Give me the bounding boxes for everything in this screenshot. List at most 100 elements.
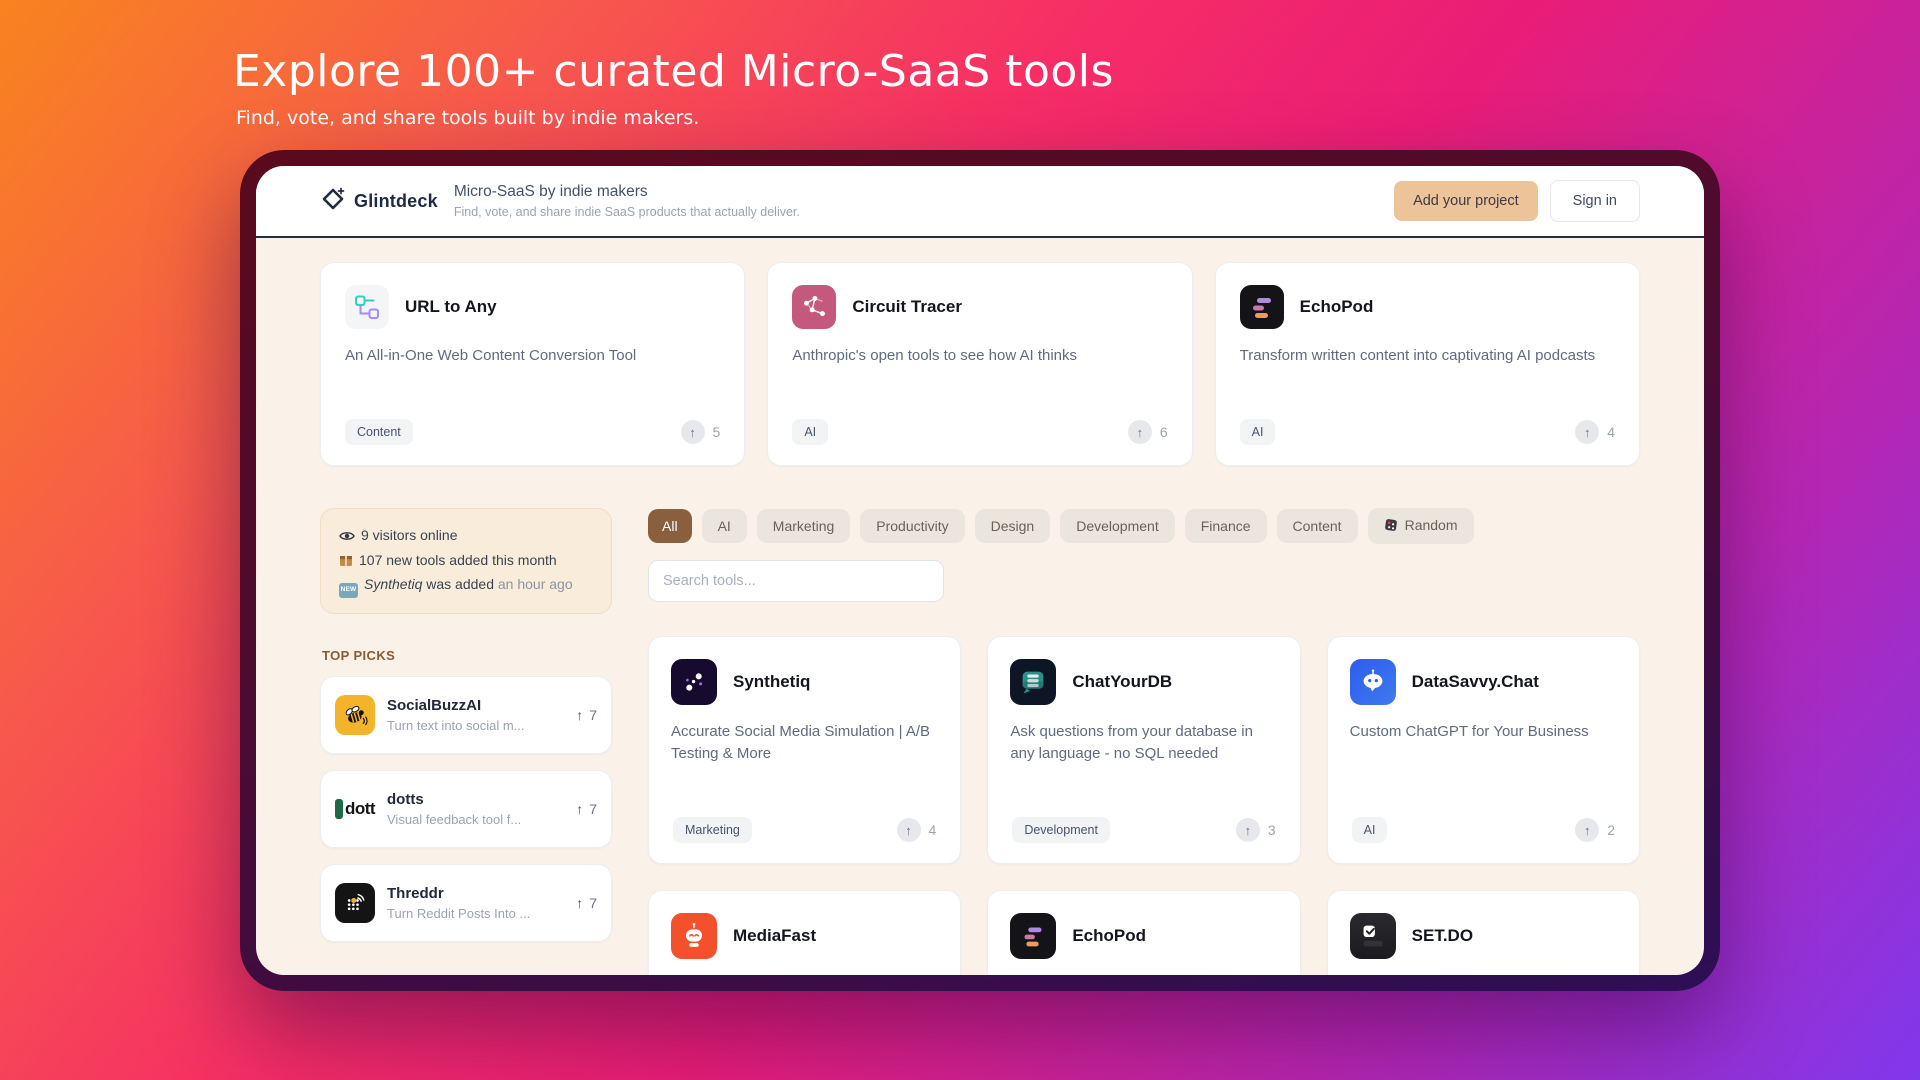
tool-name: SocialBuzzAI [387,697,482,715]
upvote-arrow-icon[interactable]: ↑ [1127,420,1152,444]
robot-chat-icon [1349,659,1396,705]
upvote-arrow-icon[interactable]: ↑ [680,420,705,444]
network-graph-icon [792,285,837,329]
new-badge-icon: NEW [339,583,358,599]
dice-icon [1384,518,1398,535]
tool-card-setdo[interactable]: SET.DO [1326,890,1640,975]
tool-name: Threddr [387,885,444,903]
filter-chip-random[interactable]: Random [1367,508,1474,544]
search-input[interactable] [648,560,944,602]
filter-chip-development[interactable]: Development [1060,509,1175,543]
upvote-arrow-icon: ↑ [576,707,584,724]
upvote-arrow-icon: ↑ [576,801,584,818]
tag-badge: AI [792,419,829,445]
upvote-arrow-icon[interactable]: ↑ [1575,818,1600,842]
tool-description: Turn text into social m... [387,718,525,734]
tool-description: Custom ChatGPT for Your Business [1349,723,1589,740]
upvote-control[interactable]: ↑ 3 [1235,818,1276,842]
category-filter-bar: All AI Marketing Productivity Design Dev… [648,508,1640,544]
site-header: Glintdeck Micro-SaaS by indie makers Fin… [256,166,1704,238]
tag-badge: AI [1351,817,1388,843]
upvote-arrow-icon[interactable]: ↑ [1235,818,1260,842]
database-chat-icon [1010,659,1057,705]
page-subtitle: Find, vote, and share tools built by ind… [236,107,700,129]
add-project-button[interactable]: Add your project [1394,181,1538,221]
linked-squares-icon [345,285,389,329]
tag-badge: Marketing [673,817,752,843]
filter-chip-finance[interactable]: Finance [1184,509,1267,543]
filter-chip-all[interactable]: All [648,509,692,543]
vote-count: 7 [589,801,597,818]
vote-count: 3 [1267,822,1276,838]
tool-name: Circuit Tracer [852,297,962,316]
tag-badge: Content [345,419,413,445]
latest-time: an hour ago [497,576,573,593]
latest-tool-name: Synthetiq [364,576,423,593]
latest-added-stat: NEW Synthetiq was added an hour ago [339,573,593,599]
top-pick-socialbuzzai[interactable]: SocialBuzzAI Turn text into social m... … [320,676,612,755]
tool-description: Ask questions from your database in any … [1010,723,1253,762]
filter-chip-marketing[interactable]: Marketing [756,509,851,543]
tool-card-datasavvy-chat[interactable]: DataSavvy.Chat Custom ChatGPT for Your B… [1326,636,1640,864]
upvote-control[interactable]: ↑ 7 [576,707,597,723]
upvote-arrow-icon[interactable]: ↑ [1575,420,1600,444]
tool-card-synthetiq[interactable]: Synthetiq Accurate Social Media Simulati… [648,636,962,864]
brand-name: Glintdeck [354,190,438,211]
audio-bars-icon [1010,913,1057,959]
tool-card-mediafast[interactable]: MediaFast [648,890,962,975]
vote-count: 6 [1159,424,1168,440]
upvote-control[interactable]: ↑ 6 [1127,420,1168,444]
tool-description: Visual feedback tool f... [387,812,522,828]
filter-chip-content[interactable]: Content [1276,509,1358,543]
filter-chip-ai[interactable]: AI [701,509,747,543]
main-column: All AI Marketing Productivity Design Dev… [648,508,1640,975]
tag-badge: AI [1239,419,1276,445]
upvote-control[interactable]: ↑ 4 [1575,420,1615,444]
tool-description: Anthropic's open tools to see how AI thi… [792,347,1078,364]
tool-name: EchoPod [1072,926,1146,945]
filter-chip-design[interactable]: Design [974,509,1051,543]
tool-name: MediaFast [733,926,817,945]
sign-in-button[interactable]: Sign in [1549,180,1640,222]
page-content: URL to Any An All-in-One Web Content Con… [256,238,1704,975]
upvote-control[interactable]: ↑ 7 [576,801,597,817]
featured-card-echopod[interactable]: EchoPod Transform written content into c… [1214,262,1640,466]
vote-count: 4 [928,822,937,838]
vote-count: 2 [1607,822,1615,838]
featured-card-circuit-tracer[interactable]: Circuit Tracer Anthropic's open tools to… [767,262,1193,466]
tool-name: URL to Any [405,297,497,316]
tools-grid: Synthetiq Accurate Social Media Simulati… [648,636,1640,975]
site-title: Micro-SaaS by indie makers [453,183,648,200]
checkbox-icon [1349,913,1396,959]
bee-icon [335,695,375,736]
top-picks-heading: TOP PICKS [322,648,396,664]
tool-card-chatyourdb[interactable]: ChatYourDB Ask questions from your datab… [987,636,1301,864]
live-stats-box: 9 visitors online 107 new tools added th… [320,508,612,615]
upvote-control[interactable]: ↑ 5 [680,420,720,444]
visitors-stat: 9 visitors online [339,524,593,549]
dotts-logo-icon: dott [334,789,376,830]
eye-icon [339,526,355,549]
tool-description: Transform written content into captivati… [1239,347,1596,364]
package-icon [339,551,353,574]
upvote-control[interactable]: ↑ 2 [1575,818,1615,842]
robot-icon [671,913,717,959]
tool-card-echopod-2[interactable]: EchoPod [987,890,1301,975]
brand-logo[interactable]: Glintdeck [320,186,438,217]
upvote-control[interactable]: ↑ 4 [896,818,937,842]
upvote-control[interactable]: ↑ 7 [576,895,597,911]
tool-description: Turn Reddit Posts Into ... [387,906,531,922]
upvote-arrow-icon[interactable]: ↑ [896,818,921,842]
top-pick-threddr[interactable]: Threddr Turn Reddit Posts Into ... ↑ 7 [320,864,612,943]
tool-name: SET.DO [1411,926,1474,945]
filter-chip-productivity[interactable]: Productivity [860,509,965,543]
featured-row: URL to Any An All-in-One Web Content Con… [320,262,1640,466]
top-pick-dotts[interactable]: dott dotts Visual feedback tool f... ↑ 7 [320,770,612,849]
featured-card-url-to-any[interactable]: URL to Any An All-in-One Web Content Con… [320,262,746,466]
tool-description: An All-in-One Web Content Conversion Too… [345,347,637,364]
new-tools-stat: 107 new tools added this month [339,549,593,574]
sidebar: 9 visitors online 107 new tools added th… [320,508,612,975]
vote-count: 7 [589,895,597,912]
tool-name: EchoPod [1299,297,1374,316]
upvote-arrow-icon: ↑ [576,895,584,912]
